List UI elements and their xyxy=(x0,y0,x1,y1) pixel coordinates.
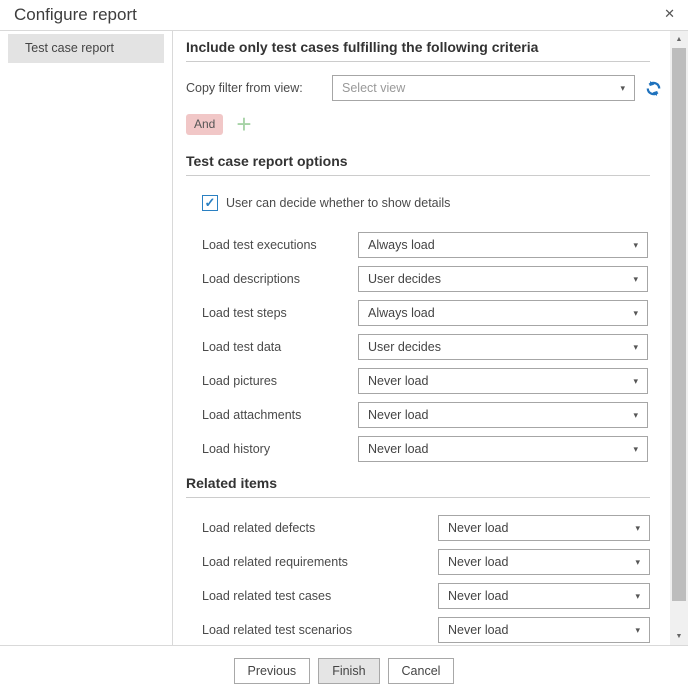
dialog-body: Test case report Include only test cases… xyxy=(0,31,688,645)
option-row-load-related-requirements: Load related requirements Never load ▾ xyxy=(202,549,670,575)
option-label: Load attachments xyxy=(202,408,358,422)
chevron-down-icon: ▾ xyxy=(627,410,638,421)
scroll-down-icon[interactable]: ▼ xyxy=(670,628,688,644)
option-row-load-history: Load history Never load ▾ xyxy=(202,436,670,462)
show-details-option: ✓ User can decide whether to show detail… xyxy=(202,195,670,211)
copy-filter-row: Copy filter from view: Select view ▾ xyxy=(186,75,670,101)
cancel-button[interactable]: Cancel xyxy=(388,658,455,684)
option-row-load-test-steps: Load test steps Always load ▾ xyxy=(202,300,670,326)
option-label: Load test executions xyxy=(202,238,358,252)
select-view-dropdown[interactable]: Select view ▾ xyxy=(332,75,635,101)
option-label: Load related requirements xyxy=(202,555,438,569)
chevron-down-icon: ▾ xyxy=(627,342,638,353)
related-section-heading: Related items xyxy=(186,476,650,498)
options-rows: Load test executions Always load ▾ Load … xyxy=(186,232,670,462)
load-test-data-dropdown[interactable]: User decides ▾ xyxy=(358,334,648,360)
option-label: Load related test cases xyxy=(202,589,438,603)
chevron-down-icon: ▾ xyxy=(627,444,638,455)
option-row-load-test-data: Load test data User decides ▾ xyxy=(202,334,670,360)
scroll-up-icon[interactable]: ▲ xyxy=(670,31,688,47)
dialog-footer: Previous Finish Cancel xyxy=(0,645,688,689)
chevron-down-icon: ▾ xyxy=(614,83,625,94)
option-row-load-descriptions: Load descriptions User decides ▾ xyxy=(202,266,670,292)
load-test-steps-dropdown[interactable]: Always load ▾ xyxy=(358,300,648,326)
previous-button[interactable]: Previous xyxy=(234,658,311,684)
option-row-load-related-test-cases: Load related test cases Never load ▾ xyxy=(202,583,670,609)
load-attachments-dropdown[interactable]: Never load ▾ xyxy=(358,402,648,428)
option-label: Load pictures xyxy=(202,374,358,388)
refresh-icon[interactable] xyxy=(644,79,663,98)
option-label: Load test steps xyxy=(202,306,358,320)
show-details-label: User can decide whether to show details xyxy=(226,196,450,210)
finish-button[interactable]: Finish xyxy=(318,658,379,684)
and-operator-badge[interactable]: And xyxy=(186,114,223,135)
load-pictures-dropdown[interactable]: Never load ▾ xyxy=(358,368,648,394)
chevron-down-icon: ▾ xyxy=(627,376,638,387)
add-condition-icon[interactable]: + xyxy=(236,114,251,134)
show-details-checkbox[interactable]: ✓ xyxy=(202,195,218,211)
page-title: Configure report xyxy=(0,0,688,25)
load-test-executions-dropdown[interactable]: Always load ▾ xyxy=(358,232,648,258)
configure-report-dialog: Configure report ✕ Test case report Incl… xyxy=(0,0,688,690)
option-row-load-test-executions: Load test executions Always load ▾ xyxy=(202,232,670,258)
content-panel: Include only test cases fulfilling the f… xyxy=(173,31,670,645)
close-icon[interactable]: ✕ xyxy=(662,5,677,22)
chevron-down-icon: ▾ xyxy=(627,240,638,251)
copy-filter-label: Copy filter from view: xyxy=(186,81,332,95)
load-related-test-cases-dropdown[interactable]: Never load ▾ xyxy=(438,583,650,609)
option-label: Load test data xyxy=(202,340,358,354)
chevron-down-icon: ▾ xyxy=(629,523,640,534)
options-section-heading: Test case report options xyxy=(186,154,650,176)
load-history-dropdown[interactable]: Never load ▾ xyxy=(358,436,648,462)
option-row-load-pictures: Load pictures Never load ▾ xyxy=(202,368,670,394)
option-row-load-related-test-scenarios: Load related test scenarios Never load ▾ xyxy=(202,617,670,643)
dialog-header: Configure report ✕ xyxy=(0,0,688,31)
sidebar: Test case report xyxy=(0,31,173,645)
chevron-down-icon: ▾ xyxy=(629,557,640,568)
load-related-test-scenarios-dropdown[interactable]: Never load ▾ xyxy=(438,617,650,643)
load-related-requirements-dropdown[interactable]: Never load ▾ xyxy=(438,549,650,575)
select-view-placeholder: Select view xyxy=(342,81,405,95)
chevron-down-icon: ▾ xyxy=(627,308,638,319)
related-rows: Load related defects Never load ▾ Load r… xyxy=(186,515,670,643)
option-row-load-attachments: Load attachments Never load ▾ xyxy=(202,402,670,428)
load-descriptions-dropdown[interactable]: User decides ▾ xyxy=(358,266,648,292)
chevron-down-icon: ▾ xyxy=(627,274,638,285)
filter-condition-row: And + xyxy=(186,112,670,136)
criteria-section-heading: Include only test cases fulfilling the f… xyxy=(186,40,650,62)
scrollbar[interactable]: ▲ ▼ xyxy=(670,31,688,645)
option-label: Load history xyxy=(202,442,358,456)
option-label: Load related defects xyxy=(202,521,438,535)
option-row-load-related-defects: Load related defects Never load ▾ xyxy=(202,515,670,541)
sidebar-item-test-case-report[interactable]: Test case report xyxy=(8,34,164,63)
load-related-defects-dropdown[interactable]: Never load ▾ xyxy=(438,515,650,541)
scrollbar-thumb[interactable] xyxy=(672,48,686,601)
option-label: Load descriptions xyxy=(202,272,358,286)
chevron-down-icon: ▾ xyxy=(629,625,640,636)
chevron-down-icon: ▾ xyxy=(629,591,640,602)
option-label: Load related test scenarios xyxy=(202,623,438,637)
